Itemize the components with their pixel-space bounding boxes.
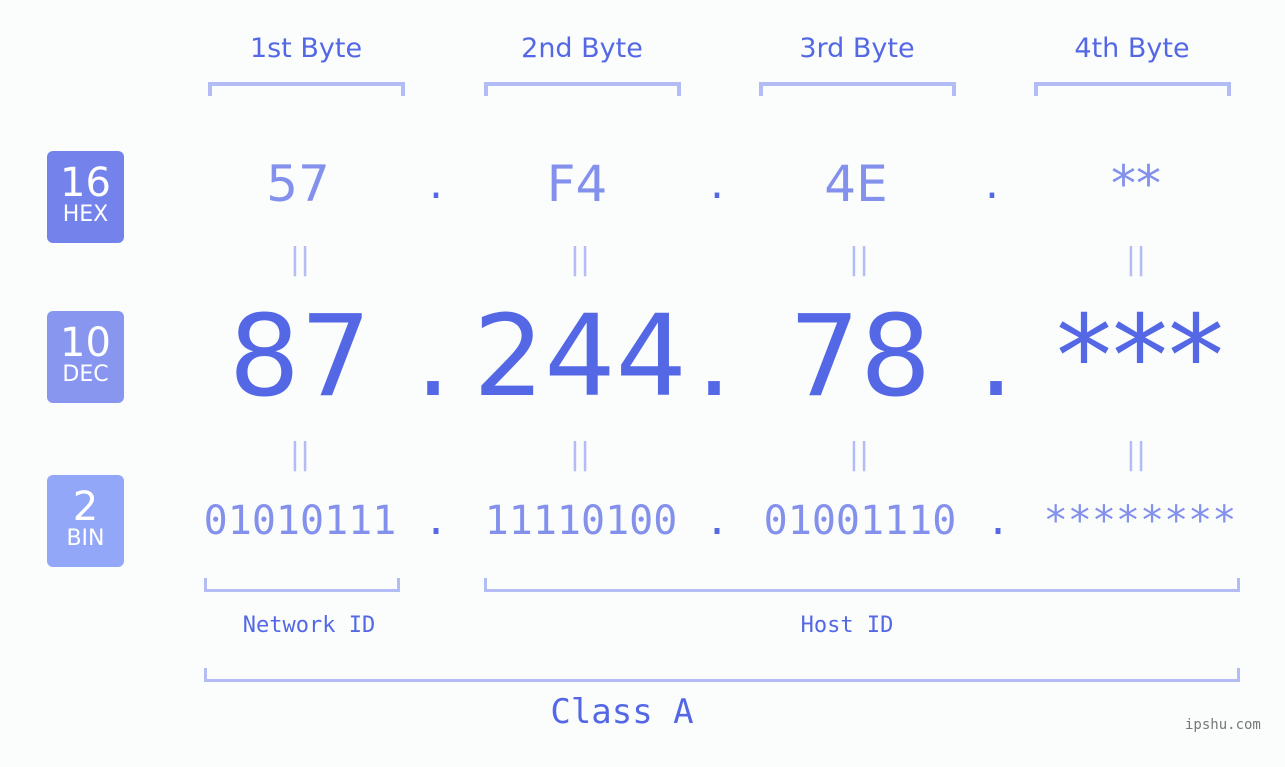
bin-separator-2: . [704, 498, 730, 544]
equals-dec-bin-3: || [848, 437, 870, 472]
equals-dec-bin-2: || [569, 437, 591, 472]
host-id-bracket [484, 578, 1240, 592]
host-id-label: Host ID [800, 613, 894, 638]
header-byte-1: 1st Byte [249, 33, 363, 64]
equals-hex-dec-1: || [289, 242, 311, 277]
dec-byte-2: 244 [473, 292, 687, 422]
network-id-label: Network ID [242, 613, 376, 638]
dec-badge-label: DEC [62, 362, 109, 387]
equals-dec-bin-1: || [289, 437, 311, 472]
bracket-byte-2 [484, 82, 681, 96]
hex-byte-3: 4E [824, 155, 888, 213]
bin-separator-3: . [985, 498, 1011, 544]
bin-badge-number: 2 [72, 484, 99, 530]
hex-byte-1: 57 [266, 155, 330, 213]
equals-hex-dec-2: || [569, 242, 591, 277]
equals-hex-dec-4: || [1125, 242, 1147, 277]
dec-separator-2: . [696, 292, 732, 422]
bin-byte-2: 11110100 [484, 498, 678, 544]
hex-byte-4: ** [1111, 155, 1161, 213]
bin-byte-3: 01001110 [763, 498, 957, 544]
equals-dec-bin-4: || [1125, 437, 1147, 472]
hex-separator-2: . [710, 158, 724, 209]
bin-byte-1: 01010111 [203, 498, 397, 544]
header-byte-4: 4th Byte [1074, 33, 1190, 64]
bin-separator-1: . [423, 498, 449, 544]
class-bracket [204, 668, 1240, 682]
dec-byte-1: 87 [228, 292, 372, 422]
bracket-byte-1 [208, 82, 405, 96]
dec-byte-3: 78 [788, 292, 932, 422]
equals-hex-dec-3: || [848, 242, 870, 277]
hex-badge-label: HEX [62, 202, 109, 227]
header-byte-2: 2nd Byte [521, 33, 643, 64]
hex-badge: 16 HEX [47, 151, 124, 243]
dec-byte-4: *** [1056, 292, 1224, 422]
hex-separator-3: . [985, 158, 999, 209]
network-id-bracket [204, 578, 400, 592]
header-byte-3: 3rd Byte [799, 33, 915, 64]
hex-separator-1: . [429, 158, 443, 209]
bin-badge-label: BIN [66, 526, 105, 551]
watermark: ipshu.com [1185, 717, 1261, 733]
bin-badge: 2 BIN [47, 475, 124, 567]
hex-badge-number: 16 [60, 160, 111, 206]
bracket-byte-4 [1034, 82, 1231, 96]
dec-separator-3: . [978, 292, 1014, 422]
hex-byte-2: F4 [546, 155, 608, 213]
dec-separator-1: . [415, 292, 451, 422]
dec-badge: 10 DEC [47, 311, 124, 403]
dec-badge-number: 10 [60, 320, 111, 366]
bin-byte-4: ******** [1043, 498, 1237, 544]
class-label: Class A [550, 692, 694, 732]
bracket-byte-3 [759, 82, 956, 96]
